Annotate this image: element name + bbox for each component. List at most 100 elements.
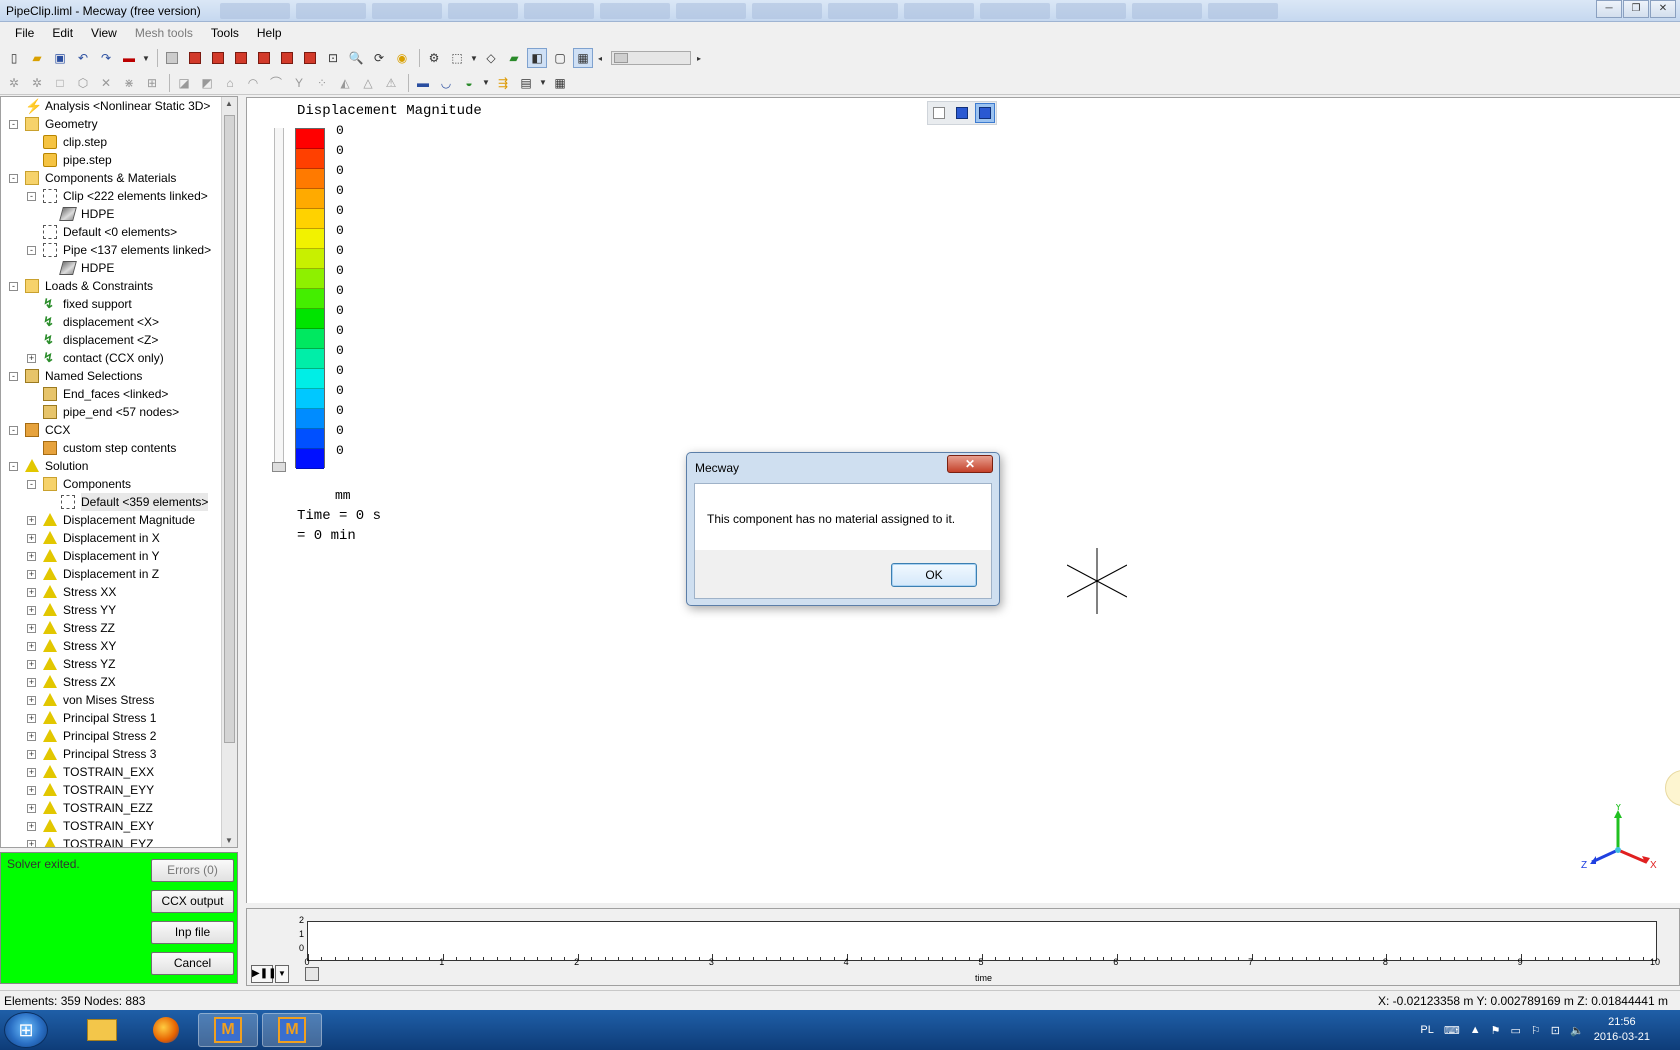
tree-item[interactable]: + TOSTRAIN_EXX [1, 763, 223, 781]
legend-slider-knob[interactable] [272, 462, 286, 472]
ok-button[interactable]: OK [891, 563, 977, 587]
open-folder-icon[interactable]: ▰ [27, 48, 47, 68]
tree-item[interactable]: - Clip <222 elements linked> [1, 187, 223, 205]
side-handle[interactable] [1665, 770, 1680, 806]
solve-icon[interactable]: ▬ [119, 48, 139, 68]
expand-icon[interactable]: + [27, 534, 36, 543]
solid-view-icon[interactable]: ◧ [527, 48, 547, 68]
expand-icon[interactable]: + [27, 822, 36, 831]
tree-item[interactable]: ↯ displacement <X> [1, 313, 223, 331]
tree-item[interactable]: Default <0 elements> [1, 223, 223, 241]
expand-icon[interactable]: + [27, 678, 36, 687]
show-hidden-icons-icon[interactable]: ▲ [1470, 1024, 1481, 1036]
windows-flag-icon[interactable]: ⚑ [1491, 1024, 1501, 1037]
extrude-icon[interactable]: ◪ [174, 73, 194, 93]
view-front-icon[interactable] [185, 48, 205, 68]
table-icon[interactable]: ▦ [550, 73, 570, 93]
tree-item[interactable]: pipe_end <57 nodes> [1, 403, 223, 421]
tree-item[interactable]: Default <359 elements> [1, 493, 223, 511]
tree-item[interactable]: + von Mises Stress [1, 691, 223, 709]
toolbar-scrollbar[interactable] [611, 51, 691, 65]
view-right-icon[interactable] [254, 48, 274, 68]
solve-dropdown-icon[interactable]: ▼ [142, 48, 150, 68]
play-options-dropdown[interactable]: ▼ [275, 965, 289, 983]
view-solid-cube-icon[interactable] [974, 103, 995, 123]
cancel-button[interactable]: Cancel [151, 952, 234, 975]
view-wire-cube-icon[interactable] [929, 103, 949, 123]
menu-mesh-tools[interactable]: Mesh tools [126, 22, 202, 44]
tree-item[interactable]: + Displacement in Y [1, 547, 223, 565]
expand-icon[interactable]: + [27, 786, 36, 795]
keyboard-icon[interactable]: ⌨ [1444, 1024, 1460, 1037]
tree-item[interactable]: + TOSTRAIN_EYY [1, 781, 223, 799]
rotate-icon[interactable]: ⟳ [369, 48, 389, 68]
tree-item[interactable]: ↯ fixed support [1, 295, 223, 313]
selection-mode-icon[interactable]: ⬚ [447, 48, 467, 68]
firefox-icon[interactable] [136, 1013, 196, 1047]
tree-item[interactable]: pipe.step [1, 151, 223, 169]
ccx-tool-icon[interactable]: ⋇ [119, 73, 139, 93]
collapse-icon[interactable]: - [27, 480, 36, 489]
load-arrow-icon[interactable]: ⇶ [493, 73, 513, 93]
tree-item[interactable]: + Stress XX [1, 583, 223, 601]
expand-icon[interactable]: + [27, 732, 36, 741]
tree-item[interactable]: - Named Selections [1, 367, 223, 385]
view-left-icon[interactable] [231, 48, 251, 68]
menu-help[interactable]: Help [248, 22, 291, 44]
language-indicator[interactable]: PL [1420, 1024, 1433, 1036]
arc-icon[interactable]: ◠ [243, 73, 263, 93]
tree-item[interactable]: ⚡ Analysis <Nonlinear Static 3D> [1, 97, 223, 115]
errors-button[interactable]: Errors (0) [151, 859, 234, 882]
zoom-icon[interactable]: 🔍 [346, 48, 366, 68]
merge-tool-icon[interactable]: ⊞ [142, 73, 162, 93]
network-icon[interactable]: ⊡ [1551, 1024, 1560, 1037]
save-icon[interactable]: ▣ [50, 48, 70, 68]
scroll-up-icon[interactable]: ▲ [225, 99, 233, 108]
mecway-task-icon[interactable]: M [198, 1013, 258, 1047]
tree-item[interactable]: - Components [1, 475, 223, 493]
box-tool-icon[interactable]: □ [50, 73, 70, 93]
mirror-icon[interactable]: ◭ [335, 73, 355, 93]
new-file-icon[interactable]: ▯ [4, 48, 24, 68]
surface-icon[interactable]: ◇ [481, 48, 501, 68]
tree-item[interactable]: - Solution [1, 457, 223, 475]
tree-item[interactable]: + Stress ZZ [1, 619, 223, 637]
render-icon[interactable]: ⚙ [424, 48, 444, 68]
menu-tools[interactable]: Tools [202, 22, 248, 44]
scroll-down-icon[interactable]: ▼ [225, 836, 233, 845]
play-pause-button[interactable]: ▶❚❚ [251, 965, 276, 983]
collapse-icon[interactable]: - [9, 174, 18, 183]
scroll-left-icon[interactable]: ◂ [596, 48, 604, 68]
tree-item[interactable]: - Loads & Constraints [1, 277, 223, 295]
expand-icon[interactable]: + [27, 696, 36, 705]
wireframe-view-icon[interactable]: ▢ [550, 48, 570, 68]
menu-edit[interactable]: Edit [43, 22, 82, 44]
node-tool-icon[interactable]: ✲ [4, 73, 24, 93]
start-button[interactable]: ⊞ [4, 1012, 48, 1048]
collapse-icon[interactable]: - [27, 192, 36, 201]
tree-scroll-thumb[interactable] [224, 115, 235, 743]
line-icon[interactable]: ▬ [413, 73, 433, 93]
expand-icon[interactable]: + [27, 606, 36, 615]
mesh-view-icon[interactable]: ▦ [573, 48, 593, 68]
tree-item[interactable]: - Pipe <137 elements linked> [1, 241, 223, 259]
expand-icon[interactable]: + [27, 750, 36, 759]
tree-item[interactable]: custom step contents [1, 439, 223, 457]
sweep-icon[interactable]: ⌂ [220, 73, 240, 93]
collapse-icon[interactable]: - [9, 372, 18, 381]
close-window-button[interactable]: ✕ [1650, 0, 1676, 18]
grid-dropdown-icon[interactable]: ▼ [539, 73, 547, 93]
tree-item[interactable]: + TOSTRAIN_EYZ [1, 835, 223, 847]
view-iso-icon[interactable] [162, 48, 182, 68]
tree-item[interactable]: + Stress YY [1, 601, 223, 619]
expand-icon[interactable]: + [27, 660, 36, 669]
selection-dropdown-icon[interactable]: ▼ [470, 48, 478, 68]
view-top-icon[interactable] [277, 48, 297, 68]
maximize-button[interactable]: ❐ [1623, 0, 1649, 18]
solid-tool-icon[interactable]: ⬡ [73, 73, 93, 93]
tree-item[interactable]: + TOSTRAIN_EZZ [1, 799, 223, 817]
minimize-button[interactable]: ─ [1596, 0, 1622, 18]
tree-item[interactable]: + Principal Stress 3 [1, 745, 223, 763]
tree-item[interactable]: + Stress ZX [1, 673, 223, 691]
zoom-window-icon[interactable]: ◉ [392, 48, 412, 68]
